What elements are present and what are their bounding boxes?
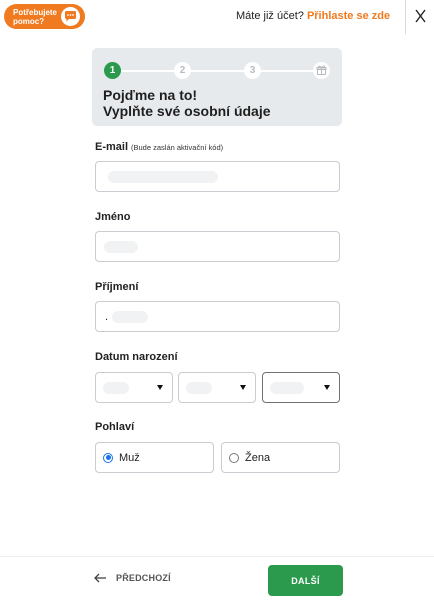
step-title: Pojďme na to! Vyplňte své osobní údaje bbox=[103, 87, 271, 119]
last-name-redacted bbox=[112, 311, 148, 323]
arrow-left-icon bbox=[94, 573, 106, 583]
birth-day-select[interactable] bbox=[95, 372, 173, 403]
gender-option-female-label: Žena bbox=[245, 451, 271, 464]
birth-year-select[interactable] bbox=[262, 372, 340, 403]
login-prompt: Máte již účet? Přihlaste se zde bbox=[236, 10, 390, 22]
help-button-label: Potřebujete pomoc? bbox=[13, 7, 58, 26]
registration-page: Potřebujete pomoc? Máte již účet? Přihla… bbox=[0, 0, 434, 601]
help-button[interactable]: Potřebujete pomoc? bbox=[4, 4, 85, 29]
email-label: E-mail (Bude zaslán aktivační kód) bbox=[95, 141, 223, 153]
chevron-down-icon bbox=[324, 385, 330, 390]
progress-card: 1 2 3 Pojďme na to! Vyplňte své osobní ú… bbox=[92, 48, 342, 126]
first-name-redacted bbox=[104, 241, 138, 253]
gift-icon bbox=[316, 65, 327, 75]
first-name-label: Jméno bbox=[95, 211, 131, 223]
radio-checked[interactable] bbox=[103, 452, 113, 463]
birth-year-redacted bbox=[270, 382, 304, 394]
close-button[interactable] bbox=[411, 5, 431, 27]
next-button[interactable]: DALŠÍ bbox=[268, 565, 343, 596]
birthdate-label: Datum narození bbox=[95, 351, 178, 363]
step-3: 3 bbox=[244, 62, 261, 79]
chat-bubble-icon bbox=[61, 7, 80, 26]
back-button-label: PŘEDCHOZÍ bbox=[116, 573, 171, 583]
email-redacted bbox=[108, 171, 218, 183]
gender-option-female[interactable]: Žena bbox=[221, 442, 340, 473]
radio-unchecked[interactable] bbox=[229, 452, 239, 463]
progress-track bbox=[114, 70, 322, 72]
back-button[interactable]: PŘEDCHOZÍ bbox=[94, 573, 171, 583]
step-2: 2 bbox=[174, 62, 191, 79]
birth-day-redacted bbox=[103, 382, 129, 394]
email-hint: (Bude zaslán aktivační kód) bbox=[131, 143, 224, 152]
gender-label: Pohlaví bbox=[95, 421, 135, 433]
footer-divider bbox=[0, 556, 434, 557]
close-icon bbox=[415, 9, 426, 23]
step-1: 1 bbox=[104, 62, 121, 79]
chevron-down-icon bbox=[240, 385, 246, 390]
step-title-line2: Vyplňte své osobní údaje bbox=[103, 103, 271, 119]
step-4-gift bbox=[313, 62, 330, 79]
next-button-label: DALŠÍ bbox=[291, 575, 320, 586]
email-label-text: E-mail bbox=[95, 141, 129, 153]
gender-option-male-label: Muž bbox=[119, 451, 140, 464]
login-question: Máte již účet? bbox=[236, 10, 304, 22]
birth-month-select[interactable] bbox=[178, 372, 256, 403]
step-title-line1: Pojďme na to! bbox=[103, 87, 198, 103]
birth-month-redacted bbox=[186, 382, 212, 394]
gender-option-male[interactable]: Muž bbox=[95, 442, 214, 473]
chevron-down-icon bbox=[157, 385, 163, 390]
last-name-label: Příjmení bbox=[95, 281, 139, 293]
header-divider bbox=[405, 0, 406, 34]
login-link[interactable]: Přihlaste se zde bbox=[307, 10, 390, 22]
